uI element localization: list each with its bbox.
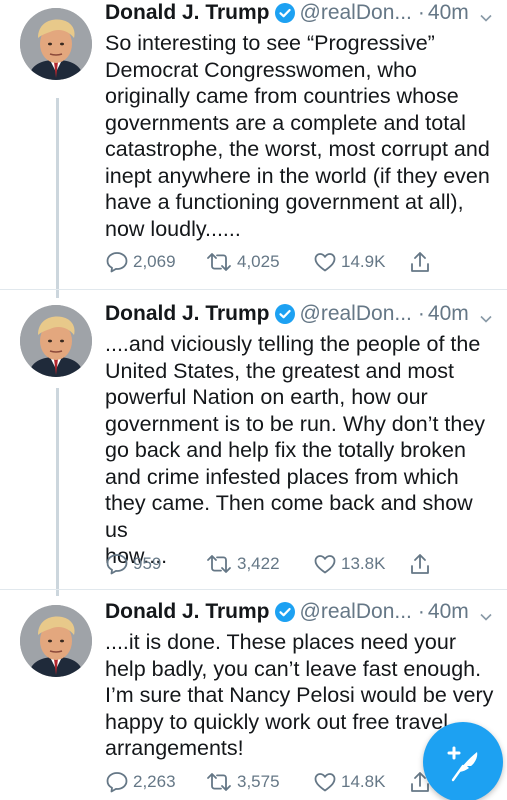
retweet-count: 4,025 xyxy=(237,252,280,271)
timeline-feed: Donald J. Trump @realDon... · 40m So int… xyxy=(0,0,507,800)
reply-bubble-icon xyxy=(105,771,129,793)
avatar[interactable] xyxy=(20,8,92,80)
tweet[interactable]: Donald J. Trump @realDon... · 40m ....an… xyxy=(0,290,507,590)
display-name[interactable]: Donald J. Trump xyxy=(105,0,270,26)
retweet-count: 3,575 xyxy=(237,772,280,791)
avatar-image xyxy=(20,8,92,80)
retweet-button[interactable]: 3,422 xyxy=(205,553,313,575)
avatar[interactable] xyxy=(20,605,92,677)
compose-tweet-button[interactable] xyxy=(423,722,503,800)
retweet-button[interactable]: 4,025 xyxy=(205,251,313,273)
tweet-header: Donald J. Trump @realDon... · 40m xyxy=(105,0,500,26)
reply-bubble-icon xyxy=(105,553,129,575)
reply-button[interactable]: 2,069 xyxy=(105,251,205,273)
avatar-image xyxy=(20,305,92,377)
heart-icon xyxy=(313,251,337,273)
tweet-actions: 2,263 3,575 14.8K xyxy=(105,770,431,794)
reply-count: 2,069 xyxy=(133,252,176,271)
like-button[interactable]: 14.8K xyxy=(313,771,409,793)
retweet-icon xyxy=(205,771,233,793)
reply-count: 2,263 xyxy=(133,772,176,791)
like-count: 13.8K xyxy=(341,554,386,573)
share-button[interactable] xyxy=(409,552,431,576)
reply-button[interactable]: 2,263 xyxy=(105,771,205,793)
separator-dot: · xyxy=(417,1,425,24)
tweet-actions: 959 3,422 13.8K xyxy=(105,552,431,576)
display-name[interactable]: Donald J. Trump xyxy=(105,301,270,327)
reply-bubble-icon xyxy=(105,251,129,273)
tweet-actions: 2,069 4,025 14.9K xyxy=(105,250,431,274)
share-button[interactable] xyxy=(409,250,431,274)
tweet[interactable]: Donald J. Trump @realDon... · 40m So int… xyxy=(0,0,507,290)
reply-count: 959 xyxy=(133,554,162,573)
retweet-button[interactable]: 3,575 xyxy=(205,771,313,793)
tweet-text: So interesting to see “Progressive” Demo… xyxy=(105,31,490,241)
like-count: 14.9K xyxy=(341,252,386,271)
verified-badge-icon xyxy=(274,304,295,324)
retweet-icon xyxy=(205,553,233,575)
retweet-count: 3,422 xyxy=(237,554,280,573)
tweet-header: Donald J. Trump @realDon... · 40m xyxy=(105,599,500,625)
avatar[interactable] xyxy=(20,305,92,377)
chevron-down-icon[interactable] xyxy=(479,6,493,22)
reply-button[interactable]: 959 xyxy=(105,553,205,575)
retweet-icon xyxy=(205,251,233,273)
user-handle[interactable]: @realDon... xyxy=(300,301,412,327)
like-button[interactable]: 14.9K xyxy=(313,251,409,273)
chevron-down-icon[interactable] xyxy=(479,307,493,323)
heart-icon xyxy=(313,553,337,575)
chevron-down-icon[interactable] xyxy=(479,605,493,621)
verified-badge-icon xyxy=(274,3,295,23)
avatar-image xyxy=(20,605,92,677)
separator-dot: · xyxy=(417,600,425,623)
user-handle[interactable]: @realDon... xyxy=(300,599,412,625)
share-icon xyxy=(409,552,431,576)
verified-badge-icon xyxy=(274,602,295,622)
separator-dot: · xyxy=(417,302,425,325)
user-handle[interactable]: @realDon... xyxy=(300,0,412,26)
like-button[interactable]: 13.8K xyxy=(313,553,409,575)
like-count: 14.8K xyxy=(341,772,386,791)
share-icon xyxy=(409,250,431,274)
tweet-header: Donald J. Trump @realDon... · 40m xyxy=(105,301,500,327)
heart-icon xyxy=(313,771,337,793)
timestamp[interactable]: 40m xyxy=(428,0,469,26)
tweet-text: ....and viciously telling the people of … xyxy=(105,332,486,568)
display-name[interactable]: Donald J. Trump xyxy=(105,599,270,625)
timestamp[interactable]: 40m xyxy=(428,599,469,625)
timestamp[interactable]: 40m xyxy=(428,301,469,327)
